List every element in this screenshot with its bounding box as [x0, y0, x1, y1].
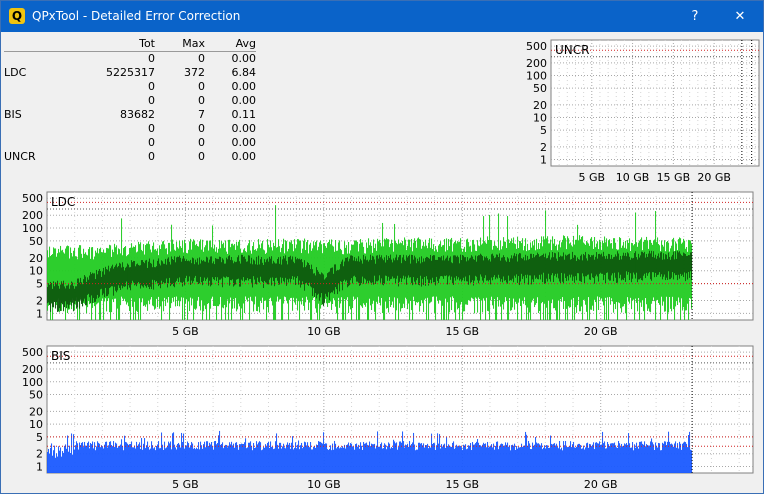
error-stats-table: Tot Max Avg 0 0 0.00 LDC 5225317 372 6.84 0 0 0.00 0 0…: [4, 37, 256, 164]
stats-max-value: 0: [198, 94, 205, 107]
stats-row: UNCR 0 0 0.00: [4, 150, 256, 164]
stats-row: 0 0 0.00: [4, 94, 256, 108]
window-title: QPxTool - Detailed Error Correction: [32, 9, 241, 23]
qpxtool-window: Q QPxTool - Detailed Error Correction ? …: [0, 0, 764, 494]
y-tick-label: 500: [22, 192, 43, 205]
y-tick-label: 200: [526, 57, 547, 70]
y-tick-label: 500: [22, 346, 43, 359]
stats-max-value: 0: [198, 122, 205, 135]
y-tick-label: 10: [29, 418, 43, 431]
stats-row: BIS 83682 7 0.11: [4, 108, 256, 122]
stats-header-cell: Max: [182, 37, 205, 50]
close-button[interactable]: ✕: [718, 1, 762, 32]
stats-max-value: 0: [198, 80, 205, 93]
stats-header-row: Tot Max Avg: [4, 37, 256, 52]
stats-tot-value: 0: [148, 150, 155, 163]
title-bar: Q QPxTool - Detailed Error Correction ? …: [1, 1, 763, 32]
y-tick-label: 100: [22, 222, 43, 235]
y-tick-label: 200: [22, 209, 43, 222]
x-tick-label: 15 GB: [446, 325, 480, 338]
uncr-chart: 12 51020 50100200 500 5 GB 10 GB 15 GB 20 GB UNC…: [526, 39, 760, 184]
stats-row: LDC 5225317 372 6.84: [4, 66, 256, 80]
stats-avg-value: 0.00: [231, 94, 257, 107]
plot-area: [550, 39, 760, 167]
chart-title: UNCR: [555, 43, 589, 57]
y-tick-label: 2: [36, 295, 43, 308]
stats-row: 0 0 0.00: [4, 122, 256, 136]
stats-avg-value: 0.00: [231, 136, 257, 149]
x-tick-label: 20 GB: [584, 325, 618, 338]
stats-row: 0 0 0.00: [4, 52, 256, 66]
stats-max-value: 0: [198, 136, 205, 149]
stats-max-value: 0: [198, 150, 205, 163]
stats-row: 0 0 0.00: [4, 136, 256, 150]
y-tick-label: 500: [526, 40, 547, 53]
y-tick-label: 50: [533, 82, 547, 95]
y-tick-label: 10: [29, 265, 43, 278]
x-tick-label: 10 GB: [307, 478, 341, 491]
x-tick-label: 5 GB: [172, 325, 199, 338]
y-tick-label: 50: [29, 389, 43, 402]
stats-tot-value: 0: [148, 94, 155, 107]
stats-header-cell: Avg: [235, 37, 256, 50]
y-tick-label: 1: [36, 460, 43, 473]
chart-title: LDC: [51, 195, 75, 209]
x-tick-label: 5 GB: [578, 171, 605, 184]
x-tick-label: 10 GB: [616, 171, 650, 184]
y-tick-label: 50: [29, 235, 43, 248]
bis-chart: 12 51020 50100200 500 5 GB 10 GB 15 GB 20 GB BIS: [22, 345, 754, 491]
y-tick-label: 5: [36, 278, 43, 291]
stats-avg-value: 0.00: [231, 52, 257, 65]
stats-avg-value: 0.00: [231, 80, 257, 93]
y-tick-label: 1: [36, 307, 43, 320]
stats-avg-value: 0.00: [231, 150, 257, 163]
help-button[interactable]: ?: [673, 1, 717, 32]
stats-avg-value: 6.84: [231, 66, 257, 79]
y-tick-label: 20: [533, 99, 547, 112]
stats-tot-value: 83682: [120, 108, 155, 121]
stats-row: 0 0 0.00: [4, 80, 256, 94]
x-tick-label: 15 GB: [446, 478, 480, 491]
stats-tot-value: 0: [148, 80, 155, 93]
stats-tot-value: 0: [148, 122, 155, 135]
stats-row-label: UNCR: [4, 150, 36, 163]
y-tick-label: 5: [36, 431, 43, 444]
stats-avg-value: 0.11: [231, 108, 257, 121]
x-tick-label: 20 GB: [697, 171, 731, 184]
y-tick-label: 5: [540, 124, 547, 137]
chart-title: BIS: [51, 349, 70, 363]
y-tick-label: 20: [29, 252, 43, 265]
stats-tot-value: 5225317: [106, 66, 155, 79]
stats-row-label: BIS: [4, 108, 22, 121]
stats-max-value: 7: [198, 108, 205, 121]
x-tick-label: 20 GB: [584, 478, 618, 491]
stats-header-cell: Tot: [139, 37, 155, 50]
y-tick-label: 100: [22, 376, 43, 389]
y-tick-label: 1: [540, 153, 547, 166]
stats-tot-value: 0: [148, 136, 155, 149]
y-tick-label: 100: [526, 69, 547, 82]
stats-max-value: 0: [198, 52, 205, 65]
x-tick-label: 15 GB: [657, 171, 691, 184]
stats-max-value: 372: [184, 66, 205, 79]
y-tick-label: 200: [22, 363, 43, 376]
stats-tot-value: 0: [148, 52, 155, 65]
y-tick-label: 20: [29, 405, 43, 418]
stats-avg-value: 0.00: [231, 122, 257, 135]
y-tick-label: 2: [540, 141, 547, 154]
qpxtool-app-icon: Q: [9, 8, 25, 24]
stats-row-label: LDC: [4, 66, 27, 79]
y-tick-label: 2: [36, 448, 43, 461]
y-tick-label: 10: [533, 111, 547, 124]
ldc-chart: 12 51020 50100200 500 5 GB 10 GB 15 GB 20 GB LDC: [22, 191, 754, 338]
x-tick-label: 5 GB: [172, 478, 199, 491]
x-tick-label: 10 GB: [307, 325, 341, 338]
